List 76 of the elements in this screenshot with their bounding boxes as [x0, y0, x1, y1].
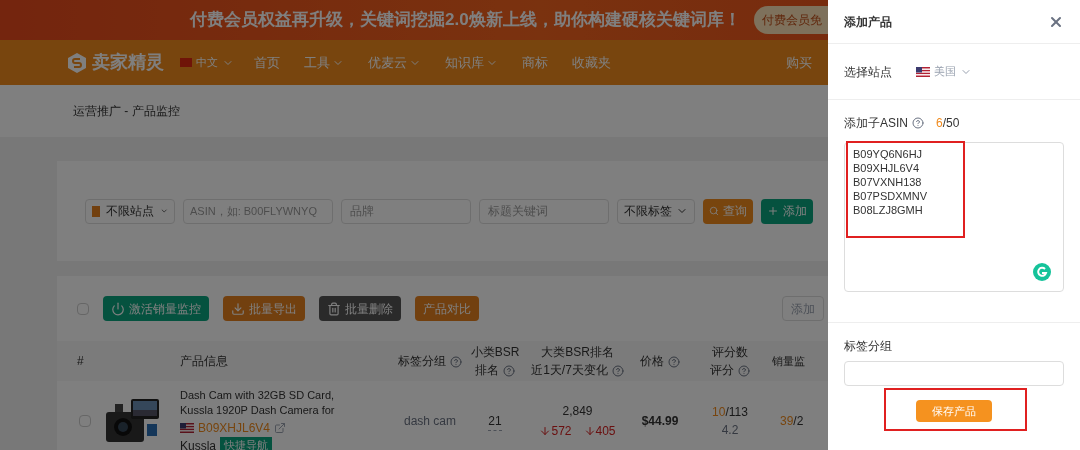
tag-group: dash cam: [404, 412, 456, 430]
column-header: 小类BSR: [469, 344, 521, 361]
drawer-title: 添加产品: [844, 13, 892, 31]
asin-link[interactable]: B09XHJL6V4: [198, 418, 271, 437]
column-subheader: 排名: [465, 361, 525, 379]
nav-item[interactable]: 知识库: [441, 52, 502, 73]
search-icon: [709, 204, 719, 218]
site-select[interactable]: 不限站点: [85, 198, 175, 224]
tag-select[interactable]: 不限标签: [617, 198, 695, 224]
nav-item[interactable]: 商标: [518, 52, 552, 73]
member-button[interactable]: 付费会员免: [754, 6, 828, 34]
product-title: Dash Cam with 32GB SD Card, Kussla 1920P Dash Camera for: [180, 387, 336, 418]
asin-line: B07PSDXMNV: [853, 189, 928, 203]
trash-icon: [327, 301, 341, 316]
asin-max: /50: [942, 115, 960, 132]
column-header: #: [77, 353, 85, 370]
sales-count: 39: [780, 413, 794, 430]
brand-name: Kussla: [180, 437, 217, 450]
down-arrow-icon: [583, 425, 596, 437]
nav-item[interactable]: 首页: [250, 52, 284, 73]
logo-icon: [66, 51, 88, 74]
asin-line: B09XHJL6V4: [853, 161, 921, 175]
buy-link[interactable]: 购买: [786, 52, 812, 73]
price: $44.99: [641, 413, 679, 430]
power-icon: [111, 301, 125, 316]
add-button[interactable]: 添加: [761, 198, 813, 224]
column-header: 标签分组: [395, 352, 465, 370]
sales-rest: /2: [793, 413, 804, 430]
asin-line: B08LZJ8GMH: [853, 203, 924, 217]
toolbar-button[interactable]: 激活销量监控: [103, 296, 209, 321]
external-link-icon[interactable]: [274, 421, 287, 434]
china-flag-icon: [180, 58, 192, 67]
down-arrow-icon: [539, 425, 552, 437]
column-header: 销量监: [772, 354, 806, 369]
toolbar-button[interactable]: 批量导出: [223, 296, 305, 321]
save-button[interactable]: 保存产品: [916, 400, 992, 422]
asin-line: B07VXNH138: [853, 175, 923, 189]
asin-line: B09YQ6N6HJ: [853, 147, 924, 161]
nav-item[interactable]: 优麦云: [364, 52, 425, 73]
asin-count: 6: [936, 115, 943, 132]
grammar-icon: [1033, 263, 1051, 281]
site-dropdown[interactable]: 美国: [916, 63, 972, 80]
rank-change: 405: [583, 422, 616, 440]
tag-field[interactable]: [844, 361, 1064, 386]
asin-label: 添加子ASIN: [844, 115, 908, 132]
nav-item[interactable]: 工具: [300, 52, 348, 73]
rating-total: /113: [725, 404, 748, 421]
us-flag-icon: [180, 422, 194, 433]
plus-icon: [767, 204, 779, 218]
big-bsr: 2,849: [562, 403, 593, 420]
us-flag-icon: [916, 66, 930, 77]
rating-count: 10: [712, 404, 726, 421]
banner-text: 付费会员权益再升级，关键词挖掘2.0焕新上线，助你构建硬核关键词库！: [190, 9, 741, 32]
select-all-checkbox[interactable]: [77, 302, 89, 315]
column-header: 大类BSR排名: [540, 344, 615, 361]
download-icon: [231, 301, 245, 316]
tag-label: 标签分组: [844, 339, 892, 353]
column-subheader: 评分: [690, 361, 770, 379]
language-selector[interactable]: 中文: [180, 54, 234, 71]
rating: 4.2: [721, 422, 739, 439]
breadcrumb: 运营推广 - 产品监控: [73, 103, 180, 120]
site-label: 选择站点: [844, 63, 892, 81]
small-bsr: 21: [488, 411, 502, 431]
toolbar-button[interactable]: 批量删除: [319, 296, 401, 321]
column-header: 价格: [630, 352, 690, 370]
column-subheader: 近1天/7天变化: [525, 361, 630, 379]
rank-change: 572: [539, 422, 572, 440]
search-button[interactable]: 查询: [703, 198, 753, 224]
asin-textarea[interactable]: B09YQ6N6HJ B09XHJL6V4 B07VXNH138 B07PSDXMNV B08LZJ8GMH: [844, 142, 1064, 292]
column-header: 评分数: [711, 344, 749, 361]
logo-text: 卖家精灵: [92, 51, 164, 74]
nav-item[interactable]: 收藏夹: [568, 52, 615, 73]
column-header: 产品信息: [180, 353, 229, 370]
help-icon: [912, 117, 924, 129]
row-checkbox[interactable]: [79, 415, 91, 427]
toolbar-button[interactable]: 产品对比: [415, 296, 479, 321]
